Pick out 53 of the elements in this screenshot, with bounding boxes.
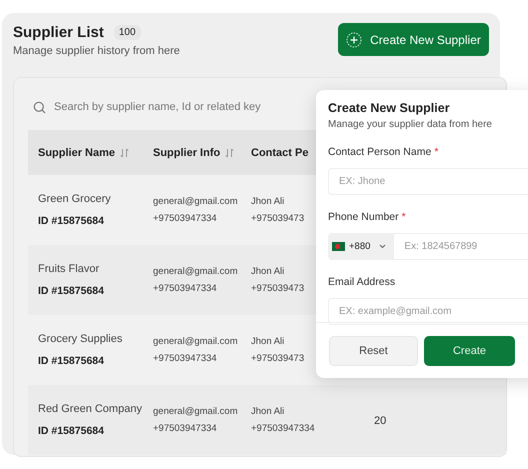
popover-title: Create New Supplier — [328, 101, 451, 115]
supplier-name: Green Grocery — [38, 193, 112, 205]
supplier-name: Red Green Company — [38, 403, 143, 415]
required-mark: * — [434, 146, 438, 158]
supplier-phone: +97503947334 — [153, 422, 217, 436]
field-label: Contact Person Name — [328, 146, 432, 158]
chevron-down-icon — [379, 244, 386, 249]
create-supplier-button[interactable]: Create New Supplier — [338, 23, 489, 56]
contact-phone: +975039473 — [251, 352, 304, 366]
supplier-email: general@gmail.com — [153, 195, 238, 209]
create-button[interactable]: Create — [424, 336, 515, 366]
supplier-id: ID #15875684 — [38, 285, 105, 297]
supplier-email: general@gmail.com — [153, 335, 238, 349]
supplier-email: general@gmail.com — [153, 405, 238, 419]
page-subtitle: Manage supplier history from here — [13, 45, 180, 57]
supplier-email: general@gmail.com — [153, 265, 238, 279]
column-header[interactable]: Contact Pe — [251, 146, 308, 158]
contact-phone: +97503947334 — [251, 422, 315, 436]
country-code-select[interactable]: +880 — [328, 233, 394, 260]
supplier-name: Grocery Supplies — [38, 333, 124, 345]
sort-icon[interactable] — [120, 148, 130, 158]
contact-phone: +975039473 — [251, 212, 304, 226]
count-badge: 100 — [114, 25, 141, 40]
table-cell: 20 — [374, 415, 386, 427]
phone-input-field[interactable]: Ex: 1824567899 — [393, 233, 528, 260]
sort-icon[interactable] — [225, 148, 234, 158]
flag-icon — [332, 242, 345, 251]
field-label: Email Address — [328, 276, 396, 288]
input-field[interactable]: EX: Jhone — [328, 168, 528, 195]
supplier-phone: +97503947334 — [153, 352, 217, 366]
supplier-name: Fruits Flavor — [38, 263, 100, 275]
supplier-id: ID #15875684 — [38, 425, 105, 437]
contact-name: Jhon Ali — [251, 195, 284, 209]
supplier-id: ID #15875684 — [38, 355, 105, 367]
table-row[interactable]: Red Green Company ID #15875684 general@gmail.com +97503947334 Jhon Ali +97503947334 20 — [28, 385, 506, 455]
contact-name: Jhon Ali — [251, 335, 284, 349]
page-title: Supplier List — [13, 24, 104, 41]
search-icon — [33, 100, 46, 114]
search-field[interactable]: Search by supplier name, Id or related key — [54, 101, 314, 113]
column-header[interactable]: Supplier Name — [38, 146, 116, 158]
reset-button[interactable]: Reset — [329, 336, 418, 366]
contact-name: Jhon Ali — [251, 265, 284, 279]
supplier-phone: +97503947334 — [153, 212, 217, 226]
column-header[interactable]: Supplier Info — [153, 146, 220, 158]
popover-subtitle: Manage your supplier data from here — [328, 119, 493, 130]
contact-name: Jhon Ali — [251, 405, 284, 419]
contact-phone: +975039473 — [251, 282, 304, 296]
required-mark: * — [402, 211, 406, 223]
field-label: Phone Number — [328, 211, 399, 223]
input-field[interactable]: EX: example@gmail.com — [328, 298, 528, 325]
plus-circle-icon — [346, 32, 362, 48]
supplier-phone: +97503947334 — [153, 282, 217, 296]
supplier-id: ID #15875684 — [38, 215, 105, 227]
